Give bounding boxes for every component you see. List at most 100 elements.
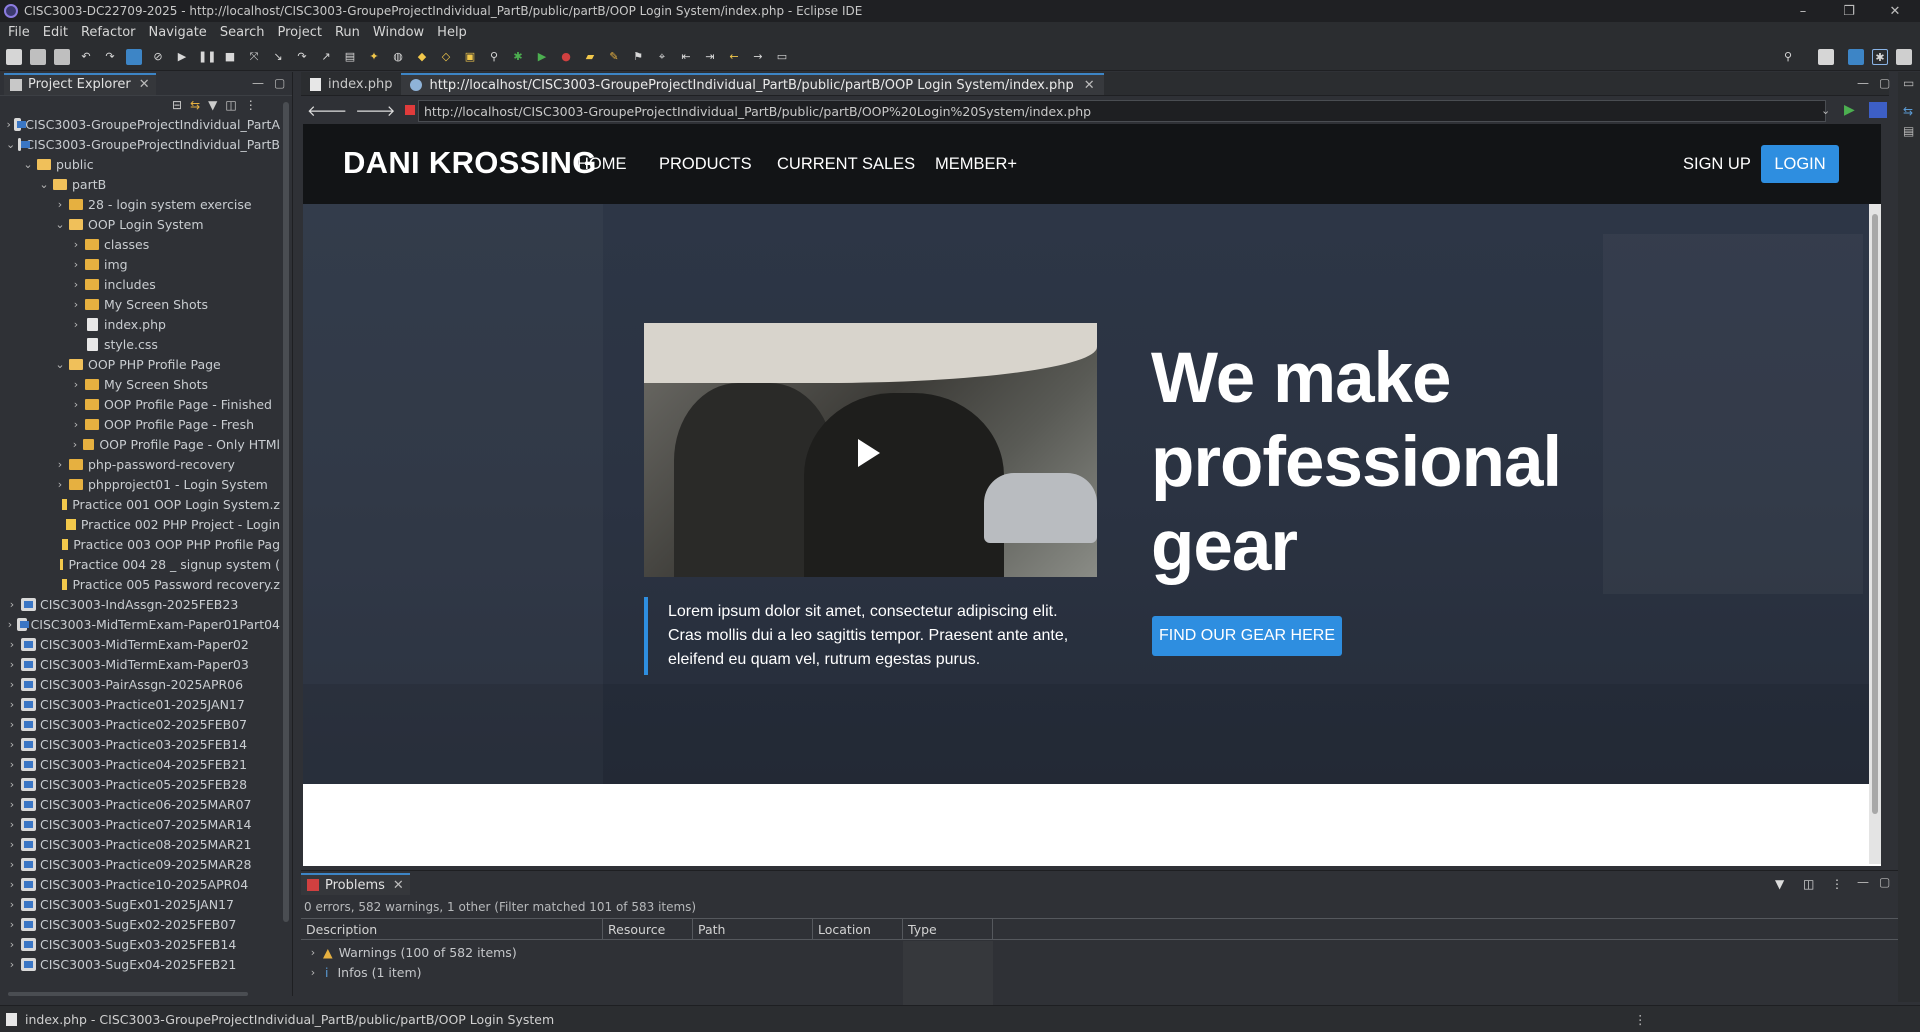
close-tab-icon[interactable]: ✕ (393, 878, 404, 893)
minimize-button[interactable]: – (1780, 0, 1826, 22)
chevron-right-icon[interactable]: › (6, 778, 18, 791)
chevron-right-icon[interactable]: › (6, 638, 18, 651)
tree-item[interactable]: › CISC3003-MidTermExam-Paper01Part04 (0, 614, 280, 634)
undo-icon[interactable]: ↶ (78, 49, 94, 65)
tree-item[interactable]: Practice 003 OOP PHP Profile Pag (0, 534, 280, 554)
link-editor-icon[interactable]: ⇆ (190, 98, 200, 112)
tab-problems[interactable]: Problems ✕ (301, 873, 410, 895)
side-view-icon[interactable]: ⇆ (1903, 104, 1913, 118)
tree-item[interactable]: ⌄ partB (0, 174, 280, 194)
tree-item[interactable]: ⌄ CISC3003-GroupeProjectIndividual_PartB (0, 134, 280, 154)
chevron-right-icon[interactable]: › (70, 258, 82, 271)
menu-refactor[interactable]: Refactor (77, 25, 145, 40)
menu-window[interactable]: Window (369, 25, 433, 40)
tree-item[interactable]: › OOP Profile Page - Only HTMl (0, 434, 280, 454)
maximize-view-icon[interactable]: ▢ (274, 76, 285, 90)
chevron-right-icon[interactable]: › (6, 738, 18, 751)
annotation-icon[interactable]: ⚑ (630, 49, 646, 65)
tree-item[interactable]: › CISC3003-MidTermExam-Paper02 (0, 634, 280, 654)
login-button[interactable]: LOGIN (1761, 145, 1839, 183)
forward-icon[interactable]: 🡒 (355, 101, 395, 120)
url-input[interactable]: http://localhost/CISC3003-GroupeProjectI… (418, 100, 1826, 122)
tree-item[interactable]: › CISC3003-SugEx01-2025JAN17 (0, 894, 280, 914)
chevron-right-icon[interactable]: › (70, 298, 82, 311)
site-logo[interactable]: DANI KROSSING (343, 145, 597, 181)
php-perspective-icon[interactable] (1848, 48, 1864, 65)
nav-member[interactable]: MEMBER+ (935, 155, 1017, 174)
play-icon[interactable] (858, 439, 880, 467)
tree-item[interactable]: Practice 005 Password recovery.z (0, 574, 280, 594)
back-icon[interactable]: ← (726, 49, 742, 65)
tree-item[interactable]: › index.php (0, 314, 280, 334)
open-perspective-icon[interactable] (1818, 48, 1834, 65)
toolbar-search-icon[interactable]: ⚲ (1780, 49, 1796, 65)
browser-scroll-thumb[interactable] (1872, 214, 1878, 814)
menu-search[interactable]: Search (216, 25, 274, 40)
chevron-right-icon[interactable]: › (6, 798, 18, 811)
maximize-view-icon[interactable]: ▢ (1879, 875, 1890, 889)
console-view-icon[interactable]: ▭ (774, 49, 790, 65)
close-tab-icon[interactable]: ✕ (139, 77, 150, 92)
coverage-icon[interactable]: ● (558, 49, 574, 65)
menu-project[interactable]: Project (273, 25, 330, 40)
tree-item[interactable]: › php-password-recovery (0, 454, 280, 474)
tree-item[interactable]: ⌄ public (0, 154, 280, 174)
step-return-icon[interactable]: ↗ (318, 49, 334, 65)
pin-icon[interactable]: ⌖ (654, 49, 670, 65)
chevron-right-icon[interactable]: › (6, 698, 18, 711)
tree-item[interactable]: ⌄ OOP PHP Profile Page (0, 354, 280, 374)
url-dropdown-icon[interactable]: ⌄ (1821, 104, 1830, 117)
chevron-down-icon[interactable]: ⌄ (6, 138, 15, 151)
chevron-right-icon[interactable]: › (70, 398, 82, 411)
tree-item[interactable]: › img (0, 254, 280, 274)
close-button[interactable]: ✕ (1872, 0, 1918, 22)
tree-item[interactable]: › CISC3003-SugEx02-2025FEB07 (0, 914, 280, 934)
new-interface-icon[interactable]: ◇ (438, 49, 454, 65)
close-tab-icon[interactable]: ✕ (1084, 78, 1095, 93)
tab-index-php[interactable]: index.php (301, 73, 401, 95)
tree-item[interactable]: › My Screen Shots (0, 374, 280, 394)
chevron-right-icon[interactable]: › (6, 878, 18, 891)
chevron-right-icon[interactable]: › (6, 918, 18, 931)
chevron-right-icon[interactable]: › (6, 858, 18, 871)
stop-icon[interactable] (405, 105, 416, 115)
forward-icon[interactable]: → (750, 49, 766, 65)
chevron-right-icon[interactable]: › (54, 478, 66, 491)
chevron-right-icon[interactable]: › (70, 418, 82, 431)
tree-item[interactable]: › CISC3003-Practice06-2025MAR07 (0, 794, 280, 814)
view-menu-icon[interactable]: ⋮ (1831, 877, 1843, 891)
column-path[interactable]: Path (693, 919, 813, 939)
menu-edit[interactable]: Edit (39, 25, 77, 40)
tree-item[interactable]: ⌄ OOP Login System (0, 214, 280, 234)
debug-icon[interactable]: ✱ (510, 49, 526, 65)
nav-home[interactable]: HOME (577, 155, 627, 174)
expand-chevron-icon[interactable]: › (307, 966, 319, 979)
status-menu-icon[interactable]: ⋮ (1634, 1012, 1647, 1027)
open-console-icon[interactable]: ▤ (342, 49, 358, 65)
tree-item[interactable]: › CISC3003-IndAssgn-2025FEB23 (0, 594, 280, 614)
find-gear-button[interactable]: FIND OUR GEAR HERE (1152, 616, 1342, 656)
save-all-icon[interactable] (54, 48, 70, 65)
prev-annotation-icon[interactable]: ⇤ (678, 49, 694, 65)
chevron-right-icon[interactable]: › (6, 818, 18, 831)
chevron-right-icon[interactable]: › (54, 198, 66, 211)
chevron-right-icon[interactable]: › (6, 678, 18, 691)
tree-item[interactable]: › CISC3003-Practice02-2025FEB07 (0, 714, 280, 734)
team-perspective-icon[interactable] (1896, 48, 1912, 65)
column-location[interactable]: Location (813, 919, 903, 939)
go-icon[interactable]: ▶ (1844, 102, 1855, 118)
tab-project-explorer[interactable]: Project Explorer ✕ (4, 72, 156, 95)
globe-icon[interactable]: ◍ (390, 49, 406, 65)
column-description[interactable]: Description (301, 919, 603, 939)
chevron-right-icon[interactable]: › (70, 238, 82, 251)
collapse-all-icon[interactable]: ⊟ (172, 98, 182, 112)
step-over-icon[interactable]: ↷ (294, 49, 310, 65)
tree-item[interactable]: style.css (0, 334, 280, 354)
minimize-editor-icon[interactable]: — (1857, 76, 1869, 90)
new-package-icon[interactable]: ▣ (462, 49, 478, 65)
chevron-right-icon[interactable]: › (6, 598, 18, 611)
debug-perspective-icon[interactable]: ✱ (1872, 48, 1888, 65)
maximize-button[interactable]: ❐ (1826, 0, 1872, 22)
menu-run[interactable]: Run (331, 25, 369, 40)
chevron-right-icon[interactable]: › (6, 758, 18, 771)
